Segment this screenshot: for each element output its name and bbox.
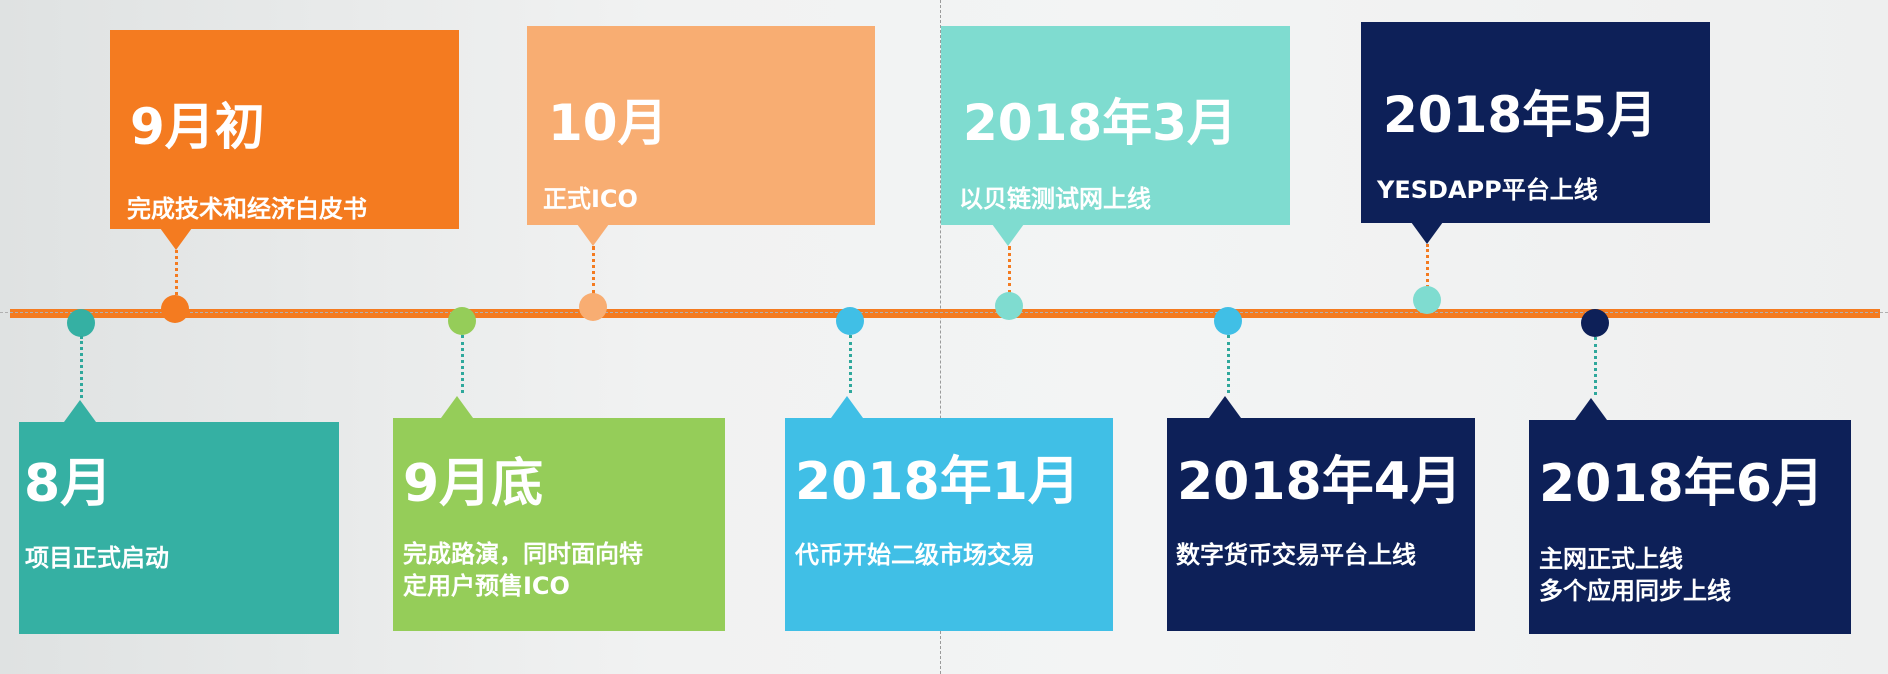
milestone-description: 定用户预售ICO [403,572,570,600]
milestone-date: 2018年3月 [963,94,1237,152]
connector-stem [1594,337,1597,395]
milestone-date: 2018年6月 [1539,454,1824,514]
milestone-description: 多个应用同步上线 [1539,577,1731,605]
callout-pointer [1411,222,1443,244]
connector-stem [175,250,178,295]
milestone-card-bottom-2: 9月底 完成路演，同时面向特 定用户预售ICO [393,418,725,631]
milestone-date: 2018年1月 [795,452,1080,512]
timeline-dot [1581,309,1609,337]
milestone-date: 9月底 [403,454,544,514]
milestone-card-bottom-3: 2018年1月 代币开始二级市场交易 [785,418,1113,631]
milestone-card-top-4: 2018年5月 YESDAPP平台上线 [1361,22,1710,223]
milestone-card-top-3: 2018年3月 以贝链测试网上线 [941,26,1290,225]
callout-pointer [992,224,1024,246]
milestone-description: 项目正式启动 [25,544,169,572]
milestone-description: 以贝链测试网上线 [959,185,1151,213]
connector-stem [80,336,83,398]
milestone-description: YESDAPP平台上线 [1377,176,1598,204]
callout-pointer [831,396,863,418]
connector-stem [1008,246,1011,294]
milestone-date: 9月初 [130,98,265,156]
timeline-dot [1413,286,1441,314]
timeline-dot [161,295,189,323]
timeline-dot [995,292,1023,320]
milestone-card-bottom-4: 2018年4月 数字货币交易平台上线 [1167,418,1475,631]
callout-pointer [1575,398,1607,420]
connector-stem [1227,335,1230,393]
timeline-dot [579,293,607,321]
milestone-date: 8月 [24,454,113,514]
milestone-description: 正式ICO [543,185,638,213]
connector-stem [592,246,595,294]
callout-pointer [1209,396,1241,418]
milestone-description: 完成路演，同时面向特 [403,540,643,568]
milestone-date: 2018年5月 [1383,86,1657,144]
timeline-dot [1214,307,1242,335]
connector-stem [1426,244,1429,288]
milestone-description: 数字货币交易平台上线 [1176,541,1416,569]
callout-pointer [577,224,609,246]
timeline-dot [836,307,864,335]
milestone-description: 代币开始二级市场交易 [795,541,1035,569]
connector-stem [849,335,852,393]
timeline-dot [448,307,476,335]
milestone-description: 完成技术和经济白皮书 [127,195,367,223]
callout-pointer [441,396,473,418]
timeline-dot [67,309,95,337]
milestone-description: 主网正式上线 [1539,545,1683,573]
callout-pointer [64,400,96,422]
milestone-date: 10月 [548,94,668,152]
milestone-card-top-2: 10月 正式ICO [527,26,875,225]
milestone-date: 2018年4月 [1177,452,1462,512]
milestone-card-top-1: 9月初 完成技术和经济白皮书 [110,30,459,229]
connector-stem [461,335,464,393]
milestone-card-bottom-5: 2018年6月 主网正式上线 多个应用同步上线 [1529,420,1851,634]
callout-pointer [160,228,192,250]
milestone-card-bottom-1: 8月 项目正式启动 [19,422,339,634]
